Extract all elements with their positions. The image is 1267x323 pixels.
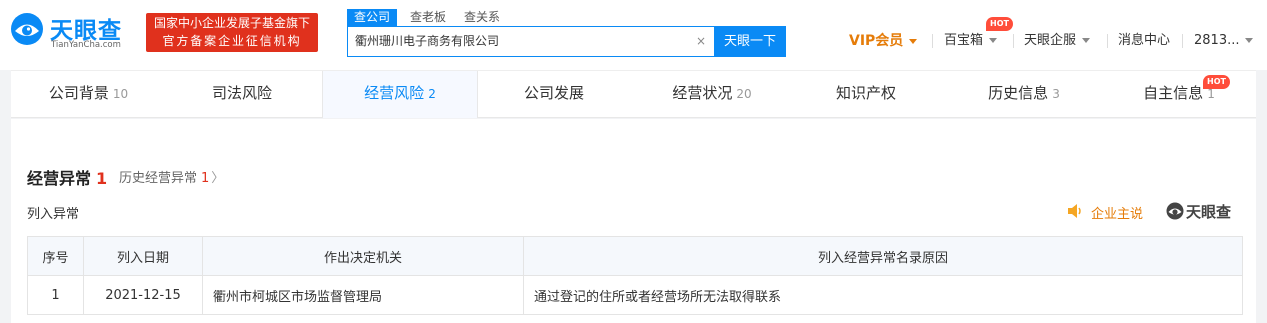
- tab-history-info[interactable]: 历史信息 3: [946, 71, 1102, 118]
- search-input[interactable]: 衢州珊川电子商务有限公司: [355, 27, 675, 56]
- tab-label: 经营状况: [672, 84, 733, 102]
- company-tabs: 公司背景 10 司法风险 经营风险 2 公司发展 经营状况 20 知识产权 历史信息 3…: [11, 70, 1256, 118]
- top-header: 天眼查 TianYanCha.com 国家中小企业发展子基金旗下 官方备案企业征…: [0, 0, 1267, 70]
- chevron-right-icon: 〉: [211, 171, 225, 186]
- tab-intellectual-property[interactable]: 知识产权: [790, 71, 946, 118]
- logo-domain: TianYanCha.com: [51, 40, 121, 50]
- nav-divider: [1182, 34, 1183, 48]
- abnormal-table: 序号 列入日期 作出决定机关 列入经营异常名录原因 1 2021-12-15 衢…: [27, 236, 1243, 315]
- chevron-down-icon: [989, 38, 998, 43]
- baibaoxiang-label: 百宝箱: [944, 33, 984, 48]
- vip-member-menu[interactable]: VIP会员: [849, 31, 918, 51]
- hot-badge: HOT: [1203, 75, 1230, 89]
- enterprise-say-link[interactable]: 企业主说: [1091, 203, 1143, 222]
- tab-label: 自主信息: [1143, 84, 1204, 102]
- history-abnormal-link[interactable]: 历史经营异常 1 〉: [119, 167, 224, 186]
- badge-line-1: 国家中小企业发展子基金旗下: [153, 16, 310, 30]
- eye-logo-icon: [1166, 202, 1184, 220]
- subsection-title: 列入异常: [27, 207, 80, 222]
- col-index: 序号: [27, 236, 84, 276]
- tab-judicial-risk[interactable]: 司法风险: [166, 71, 322, 118]
- tab-label: 经营风险: [364, 84, 425, 102]
- clear-icon[interactable]: ×: [694, 34, 708, 48]
- tianyancha-logo[interactable]: 天眼查 TianYanCha.com: [10, 10, 140, 52]
- chevron-down-icon: [1082, 38, 1091, 43]
- search-tab-company[interactable]: 查公司: [347, 9, 398, 26]
- tab-label: 公司背景: [48, 84, 109, 102]
- search-button[interactable]: 天眼一下: [714, 26, 786, 57]
- nav-divider: [932, 34, 933, 48]
- qifu-label: 天眼企服: [1024, 33, 1077, 48]
- tab-operating-risk[interactable]: 经营风险 2: [322, 71, 478, 118]
- section-title-text: 经营异常: [27, 169, 92, 188]
- table-header-row: 序号 列入日期 作出决定机关 列入经营异常名录原因: [27, 236, 1243, 276]
- user-name: 2813...: [1194, 33, 1240, 48]
- col-reason: 列入经营异常名录原因: [523, 236, 1243, 276]
- vip-label: VIP会员: [849, 33, 904, 49]
- tab-count: 20: [736, 87, 752, 101]
- tab-company-background[interactable]: 公司背景 10: [11, 71, 166, 118]
- hot-badge: HOT: [986, 17, 1013, 31]
- tab-count: 1: [1207, 87, 1215, 101]
- watermark-text: 天眼查: [1186, 203, 1232, 221]
- badge-line-2: 官方备案企业征信机构: [162, 34, 302, 48]
- tab-count: 2: [428, 87, 436, 101]
- history-label: 历史经营异常: [119, 171, 198, 186]
- tab-label: 历史信息: [988, 84, 1049, 102]
- section-count: 1: [96, 169, 108, 188]
- eye-logo-icon: [11, 13, 43, 45]
- history-count: 1: [201, 171, 210, 186]
- section-title: 经营异常 1: [27, 165, 107, 189]
- col-authority: 作出决定机关: [202, 236, 524, 276]
- baibaoxiang-menu[interactable]: 百宝箱: [944, 31, 998, 51]
- tab-operating-status[interactable]: 经营状况 20: [634, 71, 790, 118]
- chevron-down-icon: [909, 38, 918, 44]
- tab-label: 公司发展: [523, 84, 584, 102]
- tab-self-info[interactable]: 自主信息 1: [1102, 71, 1256, 118]
- tab-count: 10: [112, 87, 129, 101]
- cell-index: 1: [27, 275, 84, 315]
- nav-divider: [1013, 34, 1014, 48]
- qifu-menu[interactable]: 天眼企服: [1024, 31, 1091, 51]
- official-badge[interactable]: 国家中小企业发展子基金旗下 官方备案企业征信机构: [146, 13, 318, 52]
- cell-date: 2021-12-15: [83, 275, 203, 315]
- search-box: 衢州珊川电子商务有限公司 ×: [347, 26, 715, 57]
- tab-label: 司法风险: [211, 84, 272, 102]
- tab-company-development[interactable]: 公司发展: [478, 71, 634, 118]
- search-tab-boss[interactable]: 查老板: [410, 9, 446, 26]
- table-row: 1 2021-12-15 衢州市柯城区市场监督管理局 通过登记的住所或者经营场所…: [27, 275, 1243, 315]
- tab-count: 3: [1052, 87, 1060, 101]
- search-tab-relation[interactable]: 查关系: [464, 9, 500, 26]
- operating-abnormal-section: 经营异常 1 历史经营异常 1 〉 列入异常 企业主说 天眼查 序号 列入日期 作出决…: [11, 119, 1256, 323]
- col-date: 列入日期: [83, 236, 203, 276]
- nav-divider: [1107, 34, 1108, 48]
- cell-authority[interactable]: 衢州市柯城区市场监督管理局: [202, 275, 524, 315]
- user-menu[interactable]: 2813...: [1194, 31, 1254, 51]
- chevron-down-icon: [1245, 38, 1254, 43]
- tab-label: 知识产权: [835, 84, 896, 102]
- speaker-icon: [1068, 204, 1081, 218]
- message-center-link[interactable]: 消息中心: [1118, 31, 1170, 51]
- cell-reason: 通过登记的住所或者经营场所无法取得联系: [523, 275, 1243, 315]
